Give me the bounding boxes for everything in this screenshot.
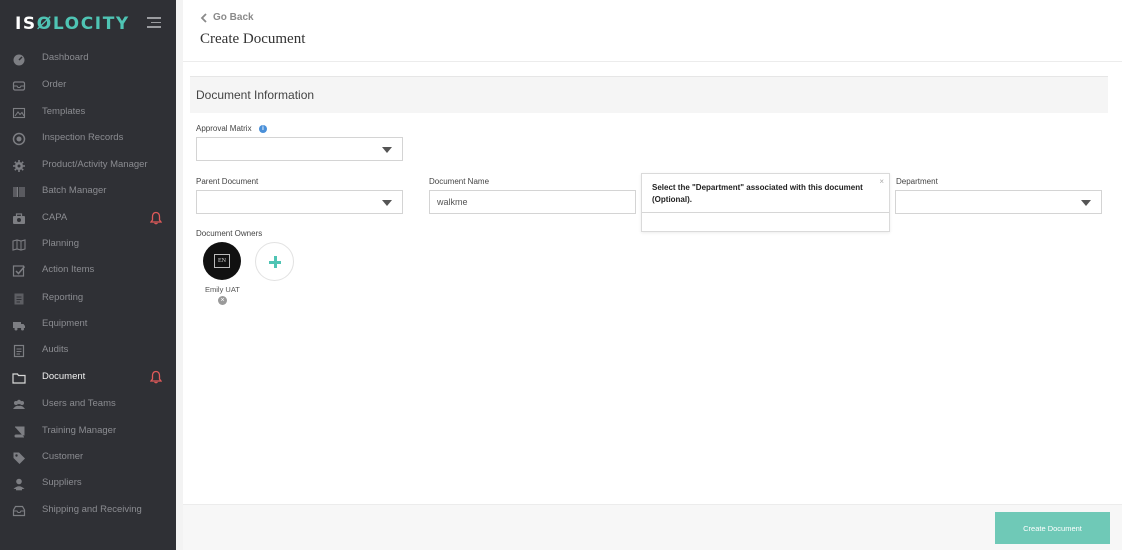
sidebar-item-planning[interactable]: Planning (0, 233, 176, 257)
truck-icon (13, 322, 25, 331)
brand-row: ISØLOCITY (0, 0, 176, 48)
create-document-button[interactable]: Create Document (995, 512, 1110, 544)
tag-icon (13, 452, 25, 464)
sidebar-item-inspection-records[interactable]: Inspection Records (0, 127, 176, 151)
sidebar-item-suppliers[interactable]: Suppliers (0, 472, 176, 496)
sidebar-item-label: Product/Activity Manager (42, 159, 148, 170)
capa-icon (13, 213, 25, 224)
sidebar-item-order[interactable]: Order (0, 74, 176, 98)
sidebar-item-label: Suppliers (42, 477, 82, 488)
templates-icon (12, 107, 26, 119)
sidebar-item-audits[interactable]: Audits (0, 339, 176, 363)
document-owners-label: Document Owners (196, 229, 263, 238)
report-icon (14, 293, 24, 305)
document-name-input[interactable]: walkme (429, 190, 636, 214)
sidebar-item-shipping-and-receiving[interactable]: Shipping and Receiving (0, 499, 176, 523)
sidebar-item-label: Training Manager (42, 425, 117, 436)
add-owner-button[interactable] (255, 242, 294, 281)
sidebar-item-label: Inspection Records (42, 132, 124, 143)
sidebar-item-label: Users and Teams (42, 398, 116, 409)
sidebar-item-templates[interactable]: Templates (0, 101, 176, 125)
section-header: Document Information (190, 76, 1108, 113)
tooltip-divider (642, 212, 889, 213)
document-name-label: Document Name (429, 177, 490, 186)
go-back-link[interactable]: Go Back (200, 12, 254, 23)
sidebar-item-customer[interactable]: Customer (0, 446, 176, 470)
sidebar-item-label: Order (42, 79, 67, 90)
walkme-tooltip: Select the "Department" associated with … (641, 173, 890, 232)
caret-down-icon (382, 147, 392, 153)
parent-document-label: Parent Document (196, 177, 259, 186)
caret-down-icon (1081, 200, 1091, 206)
logo[interactable]: ISØLOCITY (15, 14, 130, 34)
info-icon[interactable]: i (259, 125, 267, 133)
barcode-icon (13, 187, 25, 197)
checkbox-icon (12, 265, 26, 277)
avatar[interactable]: EN (203, 242, 241, 280)
users-icon (13, 399, 25, 409)
page-footer (183, 504, 1122, 550)
avatar-initials: EN (214, 254, 230, 268)
chevron-left-icon (200, 12, 207, 23)
sidebar-item-label: Customer (42, 451, 84, 462)
sidebar-item-label: Document (42, 371, 86, 382)
sidebar-item-capa[interactable]: CAPA (0, 207, 176, 231)
go-back-label: Go Back (213, 12, 254, 23)
bell-icon[interactable] (150, 211, 162, 225)
sidebar-item-label: Templates (42, 106, 86, 117)
plus-icon-vertical (273, 256, 277, 268)
sidebar-item-label: Shipping and Receiving (42, 504, 142, 515)
sidebar-item-label: Dashboard (42, 52, 89, 63)
page-header: Go Back Create Document (183, 0, 1122, 62)
sidebar-item-label: Planning (42, 238, 79, 249)
page-title: Create Document (200, 31, 306, 47)
main-gutter (176, 0, 183, 550)
approval-matrix-select[interactable] (196, 137, 403, 161)
section-title: Document Information (196, 88, 315, 102)
order-icon (12, 81, 26, 91)
book-icon (14, 426, 25, 438)
inspection-icon (12, 132, 26, 146)
close-icon[interactable]: × (879, 177, 884, 186)
approval-matrix-label: Approval Matrix (196, 124, 252, 133)
menu-toggle-icon[interactable] (147, 17, 161, 29)
gear-icon (13, 160, 25, 172)
sidebar-item-reporting[interactable]: Reporting (0, 287, 176, 311)
sidebar-item-label: CAPA (42, 212, 68, 223)
sidebar-item-training-manager[interactable]: Training Manager (0, 420, 176, 444)
department-select[interactable] (895, 190, 1102, 214)
sidebar-item-batch-manager[interactable]: Batch Manager (0, 180, 176, 204)
map-icon (12, 239, 26, 251)
tooltip-text: Select the "Department" associated with … (652, 183, 863, 204)
sidebar-item-label: Audits (42, 344, 69, 355)
folder-icon (12, 373, 26, 384)
sidebar-item-equipment[interactable]: Equipment (0, 313, 176, 337)
bell-icon[interactable] (150, 370, 162, 384)
parent-document-select[interactable] (196, 190, 403, 214)
owner-name: Emily UAT (205, 285, 240, 294)
remove-owner-icon[interactable]: × (218, 296, 227, 305)
sidebar-item-users-and-teams[interactable]: Users and Teams (0, 393, 176, 417)
dashboard-icon (13, 54, 25, 66)
caret-down-icon (382, 200, 392, 206)
audit-icon (13, 344, 25, 358)
sidebar: ISØLOCITY Dashboard Order Templates Inspect… (0, 0, 176, 550)
supplier-icon (13, 478, 25, 491)
sidebar-item-label: Action Items (42, 264, 95, 275)
sidebar-item-label: Batch Manager (42, 185, 107, 196)
sidebar-item-document[interactable]: Document (0, 366, 176, 390)
department-label: Department (896, 177, 938, 186)
sidebar-item-dashboard[interactable]: Dashboard (0, 47, 176, 71)
sidebar-item-label: Equipment (42, 318, 88, 329)
sidebar-item-label: Reporting (42, 292, 84, 303)
sidebar-item-product-activity-manager[interactable]: Product/Activity Manager (0, 154, 176, 178)
sidebar-item-action-items[interactable]: Action Items (0, 259, 176, 283)
inbox-icon (12, 505, 26, 517)
